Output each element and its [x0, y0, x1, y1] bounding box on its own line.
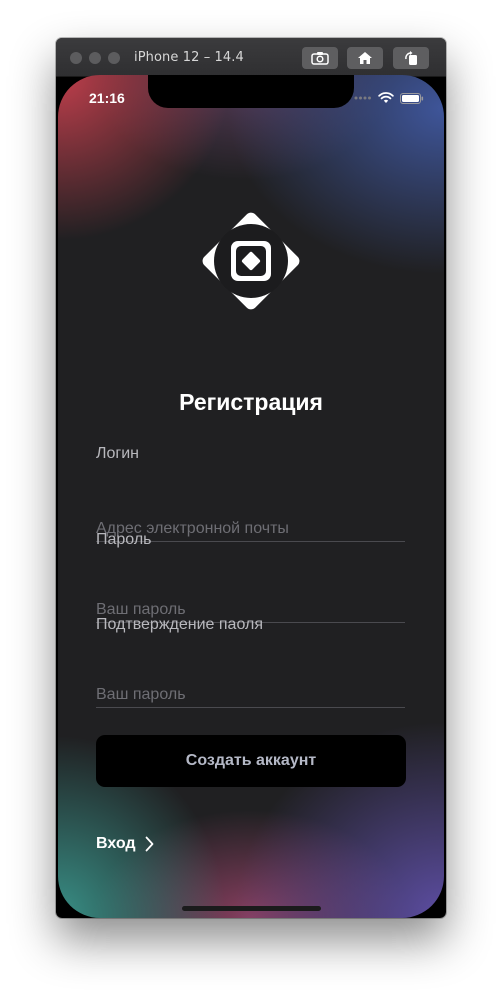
rotate-button[interactable] [393, 47, 429, 69]
app-logo-icon [202, 212, 300, 310]
device-notch [148, 75, 354, 108]
chevron-right-icon [145, 836, 153, 852]
home-icon [358, 52, 372, 64]
page-title: Регистрация [179, 389, 323, 415]
simulator-title: iPhone 12 – 14.4 [134, 50, 244, 65]
login-link-label: Вход [96, 835, 136, 852]
home-indicator [182, 906, 321, 911]
create-account-label: Создать аккаунт [185, 752, 317, 769]
zoom-window-button[interactable] [108, 52, 120, 64]
wifi-icon [378, 92, 394, 103]
app-logo [189, 199, 313, 323]
login-link[interactable]: Вход [96, 835, 154, 853]
status-time: 21:16 [89, 90, 125, 106]
rotate-icon [405, 51, 417, 65]
screenshot-button[interactable] [302, 47, 338, 69]
create-account-button[interactable]: Создать аккаунт [96, 735, 406, 787]
close-window-button[interactable] [70, 52, 82, 64]
status-icons [354, 92, 424, 104]
login-label: Логин [96, 445, 140, 462]
home-button[interactable] [347, 47, 383, 69]
signal-icon [354, 96, 371, 100]
simulator-window: iPhone 12 – 14.4 21:16 Регистрация Логин… [56, 38, 446, 918]
confirm-password-label: Подтверждение паоля [96, 616, 263, 633]
confirm-password-input[interactable] [96, 683, 405, 708]
screenshot-icon [311, 52, 329, 65]
password-label: Пароль [96, 531, 152, 548]
battery-icon [400, 92, 424, 104]
simulator-titlebar: iPhone 12 – 14.4 [56, 38, 446, 77]
device-screen: 21:16 Регистрация Логин Адрес электронно… [58, 75, 444, 918]
minimize-window-button[interactable] [89, 52, 101, 64]
